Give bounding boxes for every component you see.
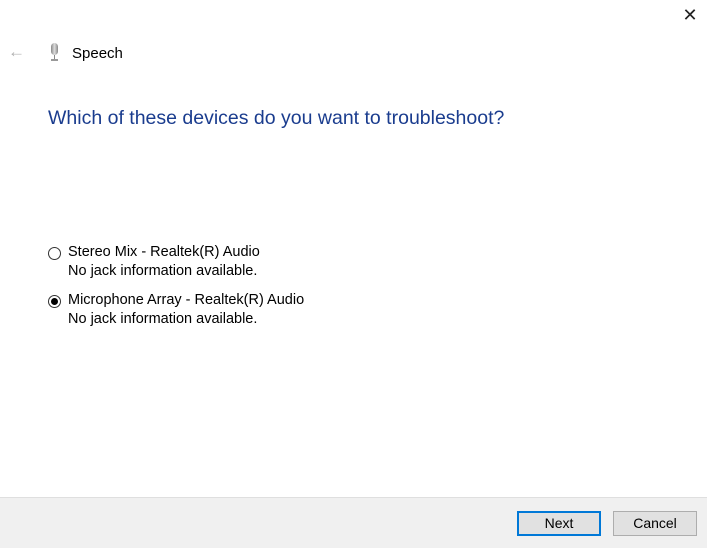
device-detail: No jack information available. (68, 311, 258, 327)
close-icon[interactable]: ✕ (678, 4, 702, 26)
device-name: Stereo Mix - Realtek(R) Audio (68, 244, 260, 260)
back-arrow-icon[interactable]: ← (8, 42, 25, 62)
radio-button[interactable] (48, 295, 61, 308)
radio-button[interactable] (48, 247, 61, 260)
window-title: Speech (72, 45, 123, 62)
device-name: Microphone Array - Realtek(R) Audio (68, 292, 305, 308)
footer: Next Cancel (0, 497, 707, 548)
cancel-button[interactable]: Cancel (613, 511, 697, 536)
device-detail: No jack information available. (68, 263, 258, 279)
microphone-icon (50, 43, 59, 63)
next-button[interactable]: Next (517, 511, 601, 536)
page-heading: Which of these devices do you want to tr… (48, 107, 505, 129)
